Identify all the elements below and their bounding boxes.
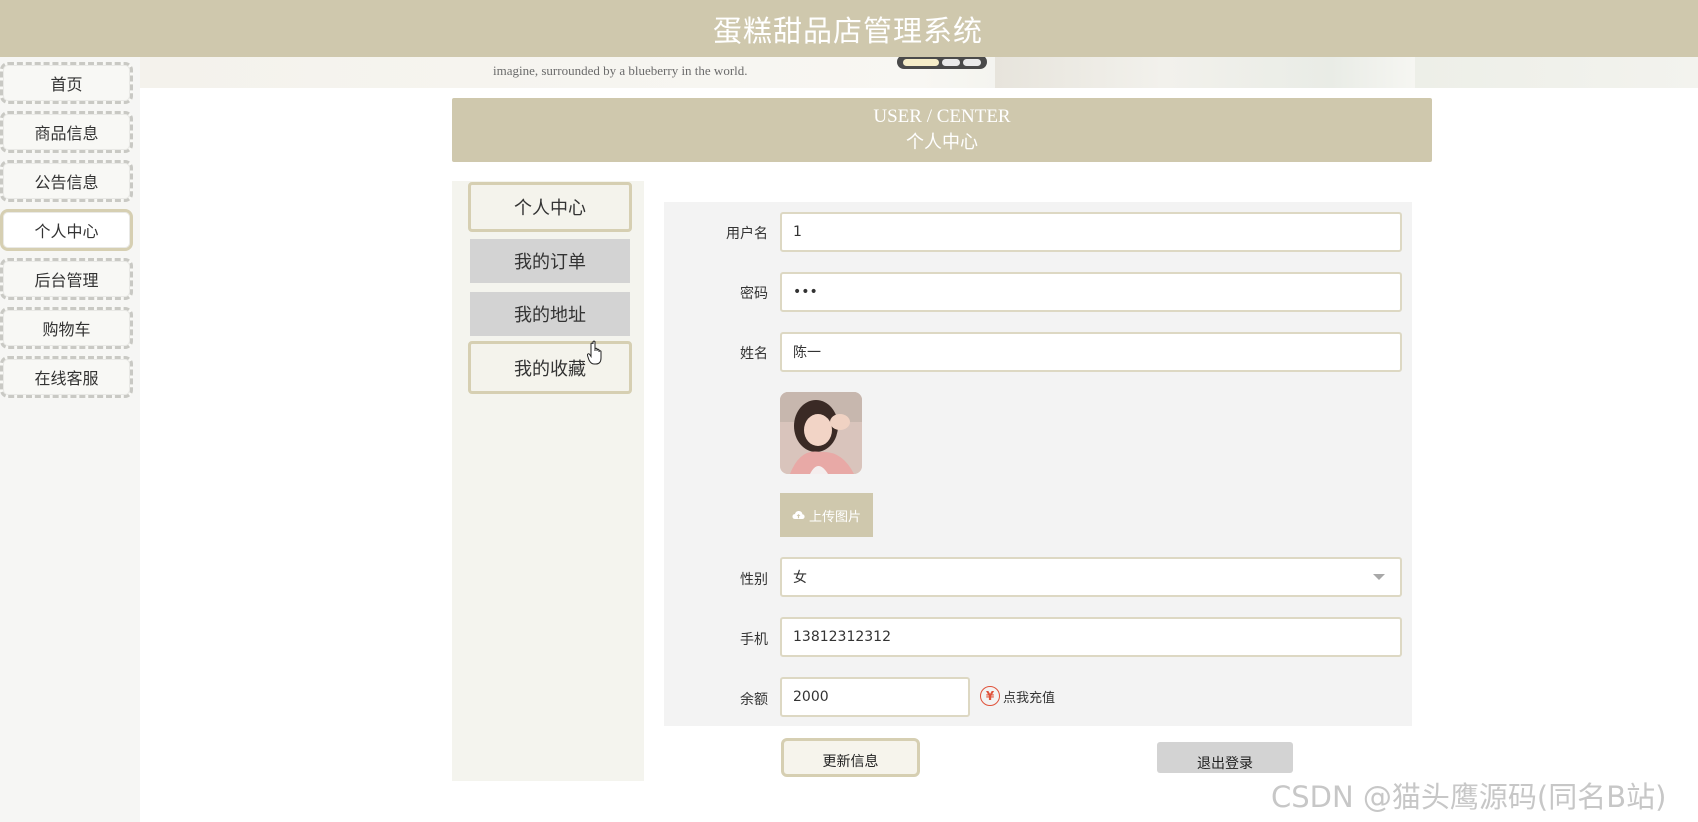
gender-select[interactable]: 女 — [780, 557, 1402, 597]
update-info-button[interactable]: 更新信息 — [781, 738, 920, 777]
section-title-cn: 个人中心 — [906, 132, 978, 152]
tab-my-favorites[interactable]: 我的收藏 — [468, 341, 632, 394]
recharge-label: 点我充值 — [1003, 690, 1056, 706]
upload-image-label: 上传图片 — [808, 509, 861, 525]
sidebar-item-support[interactable]: 在线客服 — [0, 356, 133, 398]
username-input[interactable] — [780, 212, 1402, 252]
carousel-dot-active[interactable] — [902, 58, 939, 66]
phone-input[interactable] — [780, 617, 1402, 657]
tab-user-center[interactable]: 个人中心 — [468, 182, 632, 232]
username-label: 用户名 — [726, 226, 768, 242]
sidebar-item-cart[interactable]: 购物车 — [0, 307, 133, 349]
name-input[interactable] — [780, 332, 1402, 372]
tab-my-orders[interactable]: 我的订单 — [468, 237, 632, 285]
sidebar-item-home[interactable]: 首页 — [0, 62, 133, 104]
banner-text: imagine, surrounded by a blueberry in th… — [493, 63, 748, 78]
sidebar-item-notices[interactable]: 公告信息 — [0, 160, 133, 202]
sidebar-item-user-center[interactable]: 个人中心 — [0, 209, 133, 251]
watermark-text: CSDN @猫头鹰源码(同名B站) — [1271, 780, 1667, 814]
password-input[interactable] — [780, 272, 1402, 312]
app-header: 蛋糕甜品店管理系统 — [0, 0, 1698, 57]
name-label: 姓名 — [740, 346, 768, 362]
gender-selected-value: 女 — [793, 570, 807, 586]
cloud-upload-icon — [792, 511, 805, 519]
sidebar: 首页 商品信息 公告信息 个人中心 后台管理 购物车 在线客服 — [0, 57, 140, 822]
upload-image-button[interactable]: 上传图片 — [780, 493, 873, 537]
sidebar-item-products[interactable]: 商品信息 — [0, 111, 133, 153]
phone-label: 手机 — [740, 632, 768, 648]
balance-label: 余额 — [740, 692, 768, 708]
yen-icon: ¥ — [980, 686, 1000, 706]
carousel-dot[interactable] — [941, 58, 960, 66]
gender-label: 性别 — [740, 572, 768, 588]
recharge-link[interactable]: ¥ 点我充值 — [980, 686, 1055, 706]
balance-input[interactable] — [780, 677, 970, 717]
sidebar-item-admin[interactable]: 后台管理 — [0, 258, 133, 300]
avatar-photo-icon — [780, 392, 862, 474]
carousel-dot[interactable] — [963, 58, 982, 66]
banner-image — [995, 57, 1415, 88]
carousel-indicators[interactable] — [897, 57, 987, 69]
app-title: 蛋糕甜品店管理系统 — [712, 13, 983, 48]
section-title-en: USER / CENTER — [873, 106, 1011, 127]
tab-my-address[interactable]: 我的地址 — [468, 290, 632, 338]
password-label: 密码 — [740, 286, 768, 302]
logout-button[interactable]: 退出登录 — [1157, 742, 1293, 773]
user-tabs-panel: 个人中心 我的订单 我的地址 我的收藏 — [452, 181, 644, 781]
chevron-down-icon — [1373, 574, 1385, 580]
banner-strip: imagine, surrounded by a blueberry in th… — [140, 57, 1698, 88]
hand-cursor-icon — [587, 340, 602, 365]
avatar-image — [780, 392, 862, 474]
section-title-bar: USER / CENTER 个人中心 — [452, 98, 1432, 162]
